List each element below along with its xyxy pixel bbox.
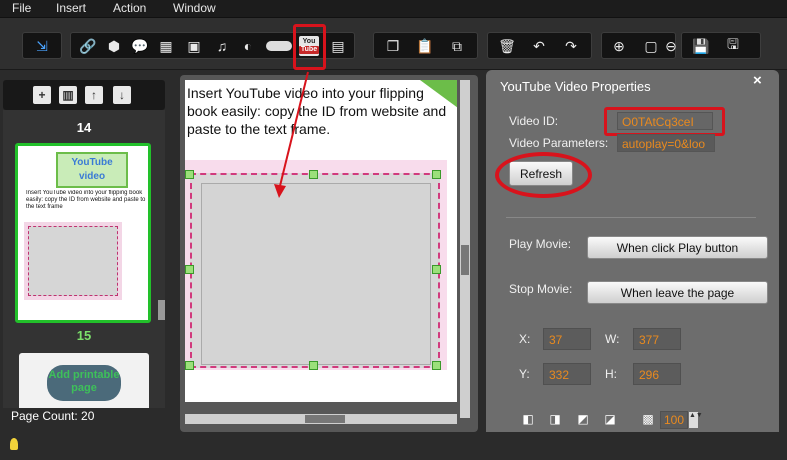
stop-movie-select[interactable]: When leave the page xyxy=(587,281,768,304)
y-label: Y: xyxy=(519,367,530,381)
height-input[interactable]: 296 xyxy=(633,363,681,385)
video-parameters-field[interactable]: autoplay=0&loo xyxy=(617,134,715,152)
x-input[interactable]: 37 xyxy=(543,328,591,350)
video-parameters-label: Video Parameters: xyxy=(509,136,609,150)
status-bar xyxy=(0,432,787,460)
youtube-properties-panel: YouTube Video Properties × Video ID: O0T… xyxy=(486,70,779,452)
annotation-video-id-highlight xyxy=(604,107,725,136)
close-icon[interactable]: × xyxy=(753,72,762,89)
stop-movie-label: Stop Movie: xyxy=(509,282,573,296)
bring-forward-icon[interactable]: ◨ xyxy=(546,410,564,428)
divider xyxy=(506,217,756,218)
play-movie-select[interactable]: When click Play button xyxy=(587,236,768,259)
annotation-refresh-highlight xyxy=(495,152,592,198)
h-label: H: xyxy=(605,367,617,381)
opacity-stepper[interactable]: ▲▼ xyxy=(689,412,703,428)
send-to-back-icon[interactable]: ◪ xyxy=(601,410,619,428)
opacity-input[interactable]: 100 xyxy=(660,411,688,429)
video-id-label: Video ID: xyxy=(509,114,559,128)
bring-to-front-icon[interactable]: ◧ xyxy=(519,410,537,428)
lightbulb-icon xyxy=(10,438,18,450)
width-input[interactable]: 377 xyxy=(633,328,681,350)
opacity-icon: ▩ xyxy=(642,412,654,426)
play-movie-label: Play Movie: xyxy=(509,237,572,251)
send-backward-icon[interactable]: ◩ xyxy=(574,410,592,428)
x-label: X: xyxy=(519,332,531,346)
panel-title: YouTube Video Properties xyxy=(500,79,651,94)
y-input[interactable]: 332 xyxy=(543,363,591,385)
w-label: W: xyxy=(605,332,620,346)
